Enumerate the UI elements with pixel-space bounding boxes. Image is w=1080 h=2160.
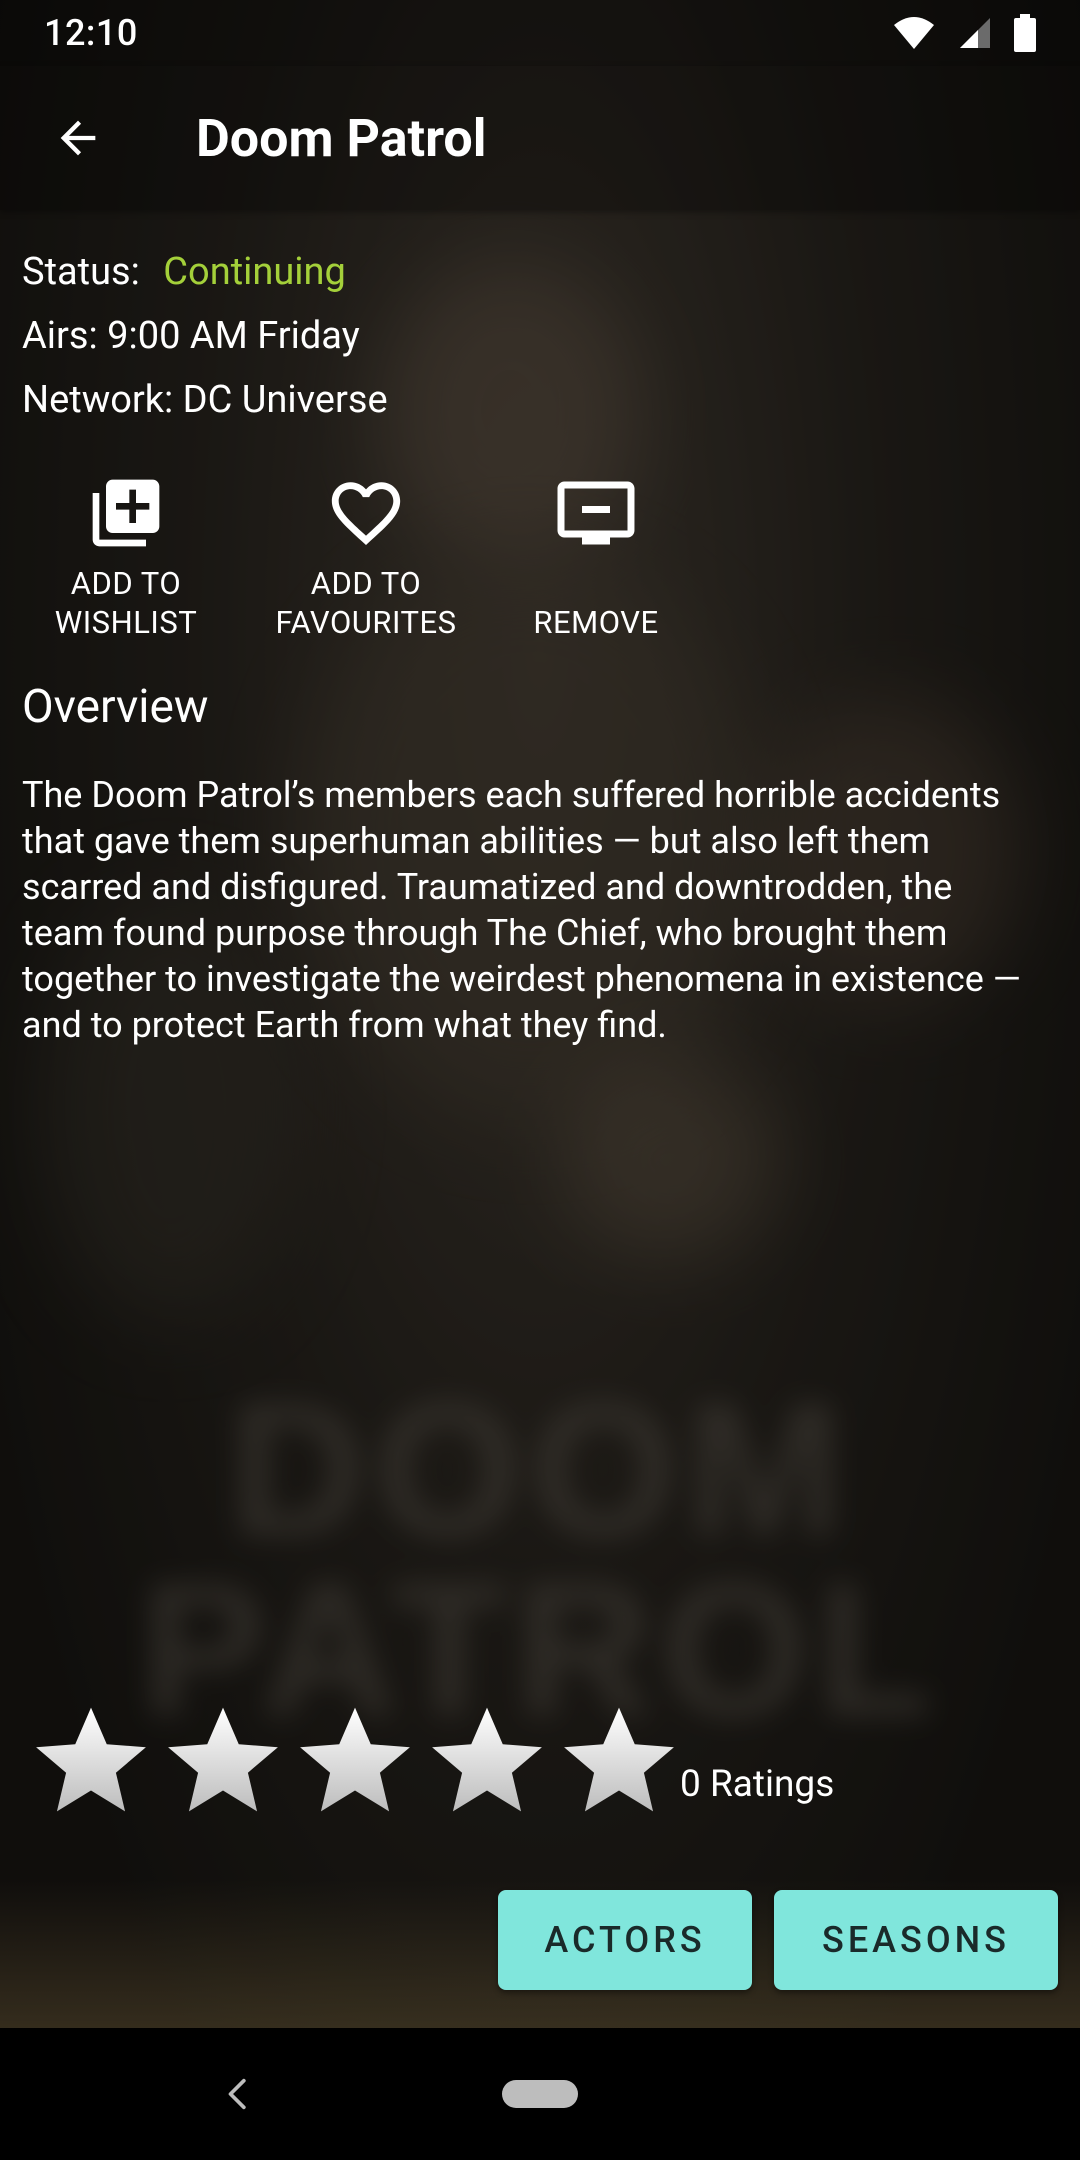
- overview-text: The Doom Patrol’s members each suffered …: [22, 774, 1021, 1046]
- rating-bar[interactable]: 0 Ratings: [30, 1700, 834, 1822]
- star-icon[interactable]: [162, 1700, 284, 1822]
- status-time: 12:10: [44, 12, 138, 54]
- nav-back-icon[interactable]: [218, 2074, 258, 2114]
- network-row: Network: DC Universe: [22, 378, 388, 422]
- star-icon[interactable]: [558, 1700, 680, 1822]
- add-to-wishlist-button[interactable]: ADD TO WISHLIST: [48, 468, 204, 642]
- back-button[interactable]: [40, 100, 116, 176]
- ratings-count: 0 Ratings: [680, 1763, 835, 1806]
- star-rating[interactable]: [30, 1700, 680, 1822]
- status-icons: [892, 14, 1036, 52]
- wifi-icon: [894, 17, 934, 49]
- action-row: ADD TO WISHLIST ADD TO FAVOURITES REMOVE: [0, 468, 1080, 648]
- remove-from-queue-icon: [551, 468, 641, 558]
- system-nav-bar: [0, 2028, 1080, 2160]
- nav-home-pill[interactable]: [502, 2080, 578, 2108]
- star-icon[interactable]: [294, 1700, 416, 1822]
- app-toolbar: Doom Patrol: [0, 66, 1080, 210]
- add-to-library-icon: [81, 468, 171, 558]
- status-value: Continuing: [163, 250, 346, 294]
- add-to-wishlist-label: ADD TO WISHLIST: [54, 565, 198, 641]
- star-icon[interactable]: [426, 1700, 548, 1822]
- heart-outline-icon: [321, 468, 411, 558]
- status-row: Status: Continuing: [22, 244, 388, 308]
- status-label: Status:: [22, 250, 140, 294]
- overview-heading: Overview: [22, 680, 209, 734]
- show-detail-screen: DOOM PATROL 12:10 Doom Patrol Status: Co…: [0, 0, 1080, 2160]
- arrow-back-icon: [60, 120, 96, 156]
- airs-row: Airs: 9:00 AM Friday: [22, 314, 360, 358]
- seasons-button[interactable]: SEASONS: [774, 1890, 1058, 1990]
- add-to-favourites-label: ADD TO FAVOURITES: [275, 565, 457, 641]
- add-to-favourites-button[interactable]: ADD TO FAVOURITES: [268, 468, 464, 642]
- battery-icon: [1014, 14, 1036, 52]
- status-bar: 12:10: [0, 0, 1080, 66]
- show-info: Status: Continuing Airs: 9:00 AM Friday …: [22, 244, 388, 436]
- cell-signal-icon: [960, 18, 990, 48]
- actors-button[interactable]: ACTORS: [498, 1890, 752, 1990]
- page-title: Doom Patrol: [196, 107, 487, 169]
- remove-label: REMOVE: [533, 604, 659, 641]
- star-icon[interactable]: [30, 1700, 152, 1822]
- remove-button[interactable]: REMOVE: [524, 468, 668, 642]
